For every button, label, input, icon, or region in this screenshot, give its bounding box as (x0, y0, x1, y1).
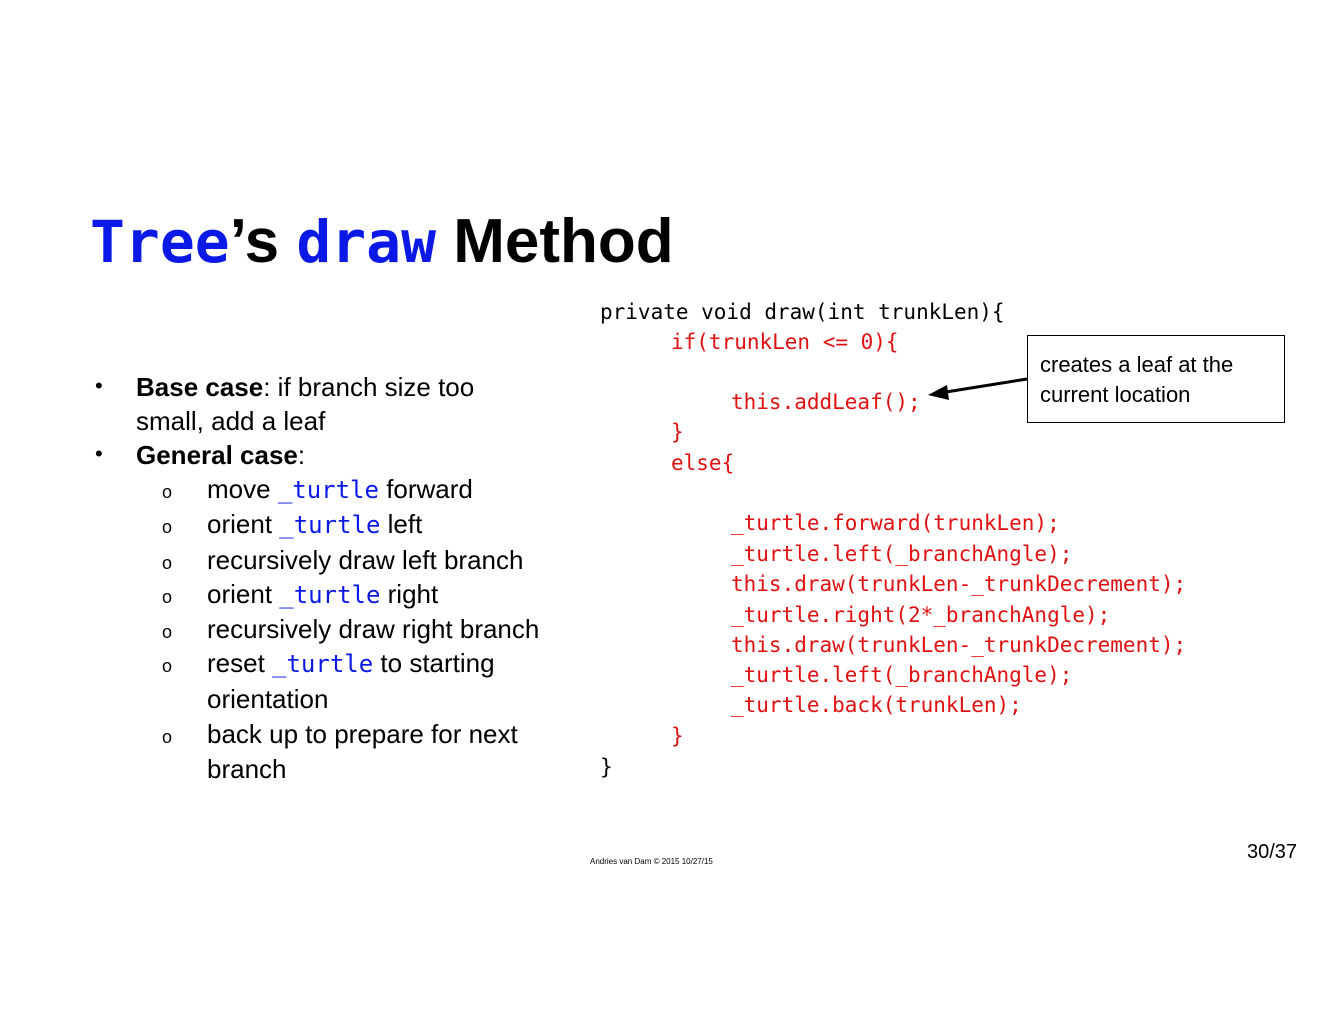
footer-credit: Andries van Dam © 2015 10/27/15 (590, 857, 713, 866)
callout-line-1: creates a leaf at the (1040, 352, 1234, 377)
callout-box: creates a leaf at the current location (1027, 335, 1285, 423)
callout-line-2: current location (1040, 382, 1191, 407)
page-number: 30/37 (1247, 841, 1298, 863)
callout-arrow (928, 377, 1028, 400)
